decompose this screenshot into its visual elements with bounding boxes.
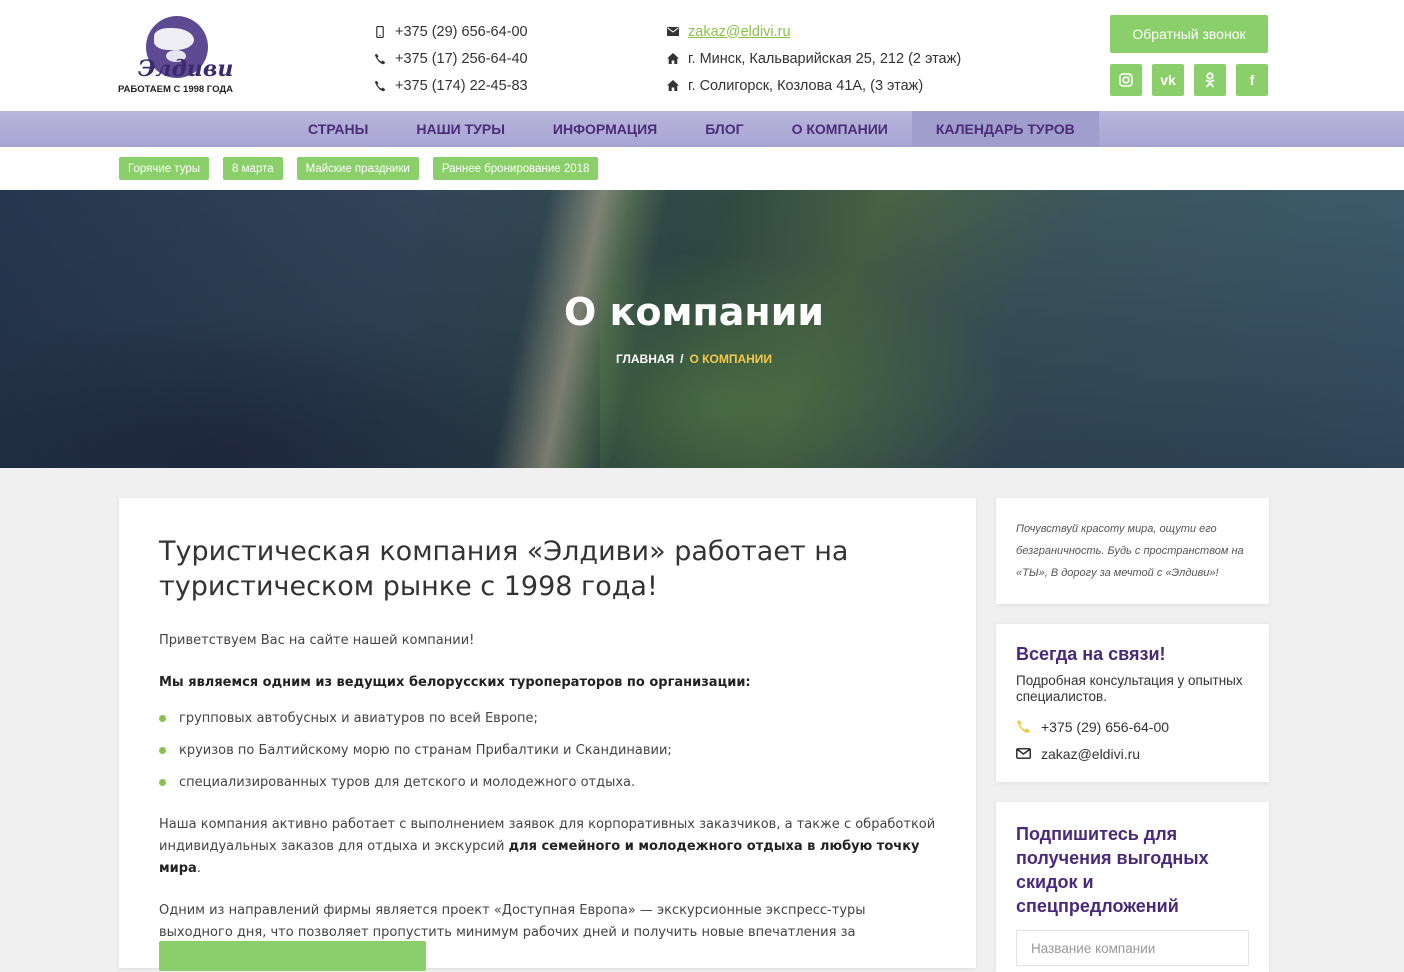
home-icon (667, 80, 679, 91)
about-content: Туристическая компания «Элдиви» работает… (119, 498, 976, 971)
breadcrumb: ГЛАВНАЯ / О КОМПАНИИ (0, 352, 1388, 366)
address-minsk: г. Минск, Кальварийская 25, 212 (2 этаж) (667, 45, 961, 72)
tag-march-8[interactable]: 8 марта (223, 157, 283, 180)
tag-may-holidays[interactable]: Майские праздники (296, 157, 419, 180)
phone-number: +375 (29) 656-64-00 (395, 23, 528, 40)
facebook-icon[interactable]: f (1236, 64, 1268, 96)
content-title: Туристическая компания «Элдиви» работает… (159, 536, 849, 602)
slogan-card: Почувствуй красоту мира, ощути его безгр… (996, 498, 1269, 604)
list-item: круизов по Балтийскому морю по странам П… (159, 740, 936, 762)
breadcrumb-current: О КОМПАНИИ (689, 352, 773, 366)
phone-number: +375 (174) 22-45-83 (395, 77, 528, 94)
hero-banner: О компании ГЛАВНАЯ / О КОМПАНИИ (0, 190, 1404, 468)
lead-text: Мы являемся одним из ведущих белорусских… (159, 675, 751, 690)
contact-card: Всегда на связи! Подробная консультация … (996, 624, 1269, 782)
greeting-text: Приветствуем Вас на сайте нашей компании… (159, 633, 475, 648)
envelope-icon (1016, 748, 1032, 759)
services-list: групповых автобусных и авиатуров по всей… (159, 708, 936, 794)
address-soligorsk: г. Солигорск, Козлова 41А, (3 этаж) (667, 72, 961, 99)
subscribe-title: Подпишитесь для получения выгодных скидо… (1016, 824, 1209, 916)
nav-item-countries[interactable]: СТРАНЫ (284, 111, 392, 147)
nav-item-about[interactable]: О КОМПАНИИ (768, 111, 912, 147)
instagram-icon[interactable] (1110, 64, 1142, 96)
corporate-paragraph: Наша компания активно работает с выполне… (159, 814, 936, 880)
paragraph-end: . (196, 861, 201, 876)
header-phones: +375 (29) 656-64-00 +375 (17) 256-64-40 … (374, 18, 528, 99)
tag-hot-tours[interactable]: Горячие туры (119, 157, 210, 180)
mobile-icon (374, 25, 386, 38)
address-text: г. Минск, Кальварийская 25, 212 (2 этаж) (688, 50, 962, 67)
phone-icon (374, 80, 386, 92)
breadcrumb-home[interactable]: ГЛАВНАЯ (616, 352, 674, 366)
email-link[interactable]: zakaz@eldivi.ru (688, 24, 791, 40)
envelope-icon (667, 27, 679, 36)
list-item: групповых автобусных и авиатуров по всей… (159, 708, 936, 730)
site-header: Элдиви РАБОТАЕМ С 1998 ГОДА +375 (29) 65… (0, 0, 1404, 111)
nav-item-our-tours[interactable]: НАШИ ТУРЫ (392, 111, 529, 147)
contact-phone[interactable]: +375 (29) 656-64-00 (1016, 713, 1249, 740)
callback-button[interactable]: Обратный звонок (1110, 15, 1268, 53)
odnoklassniki-icon[interactable] (1194, 64, 1226, 96)
company-name-input[interactable] (1016, 930, 1249, 966)
subscribe-card: Подпишитесь для получения выгодных скидо… (996, 802, 1269, 972)
quick-tags-bar: Горячие туры 8 марта Майские праздники Р… (0, 147, 1404, 190)
header-email: zakaz@eldivi.ru (667, 18, 961, 45)
address-text: г. Солигорск, Козлова 41А, (3 этаж) (688, 77, 924, 94)
logo-tagline: РАБОТАЕМ С 1998 ГОДА (118, 84, 233, 95)
contact-phone-number: +375 (29) 656-64-00 (1041, 718, 1170, 735)
header-phone-soligorsk[interactable]: +375 (174) 22-45-83 (374, 72, 528, 99)
nav-item-blog[interactable]: БЛОГ (681, 111, 767, 147)
home-icon (667, 53, 679, 64)
slogan-text: Почувствуй красоту мира, ощути его безгр… (1016, 523, 1244, 579)
list-item: специализированных туров для детского и … (159, 772, 936, 794)
contact-email[interactable]: zakaz@eldivi.ru (1016, 740, 1249, 767)
breadcrumb-separator: / (680, 352, 684, 366)
contact-email-address: zakaz@eldivi.ru (1041, 745, 1141, 762)
header-phone-minsk[interactable]: +375 (17) 256-64-40 (374, 45, 528, 72)
phone-number: +375 (17) 256-64-40 (395, 50, 528, 67)
nav-item-tour-calendar[interactable]: КАЛЕНДАРЬ ТУРОВ (911, 111, 1099, 147)
phone-icon (1016, 719, 1032, 734)
phone-icon (374, 53, 386, 65)
vk-icon[interactable]: vk (1152, 64, 1184, 96)
nav-item-information[interactable]: ИНФОРМАЦИЯ (529, 111, 681, 147)
social-links: vk f (1110, 64, 1268, 96)
logo-wordmark: Элдиви (138, 56, 234, 82)
action-button[interactable] (159, 941, 426, 971)
main-nav: СТРАНЫ НАШИ ТУРЫ ИНФОРМАЦИЯ БЛОГ О КОМПА… (0, 111, 1404, 147)
tag-early-booking[interactable]: Раннее бронирование 2018 (432, 157, 599, 180)
header-addresses: zakaz@eldivi.ru г. Минск, Кальварийская … (667, 18, 961, 99)
contact-text: Подробная консультация у опытных специал… (1016, 673, 1243, 704)
page-title: О компании (564, 290, 824, 334)
site-logo[interactable]: Элдиви РАБОТАЕМ С 1998 ГОДА (118, 12, 243, 98)
header-phone-mobile[interactable]: +375 (29) 656-64-00 (374, 18, 528, 45)
contact-title: Всегда на связи! (1016, 644, 1166, 664)
